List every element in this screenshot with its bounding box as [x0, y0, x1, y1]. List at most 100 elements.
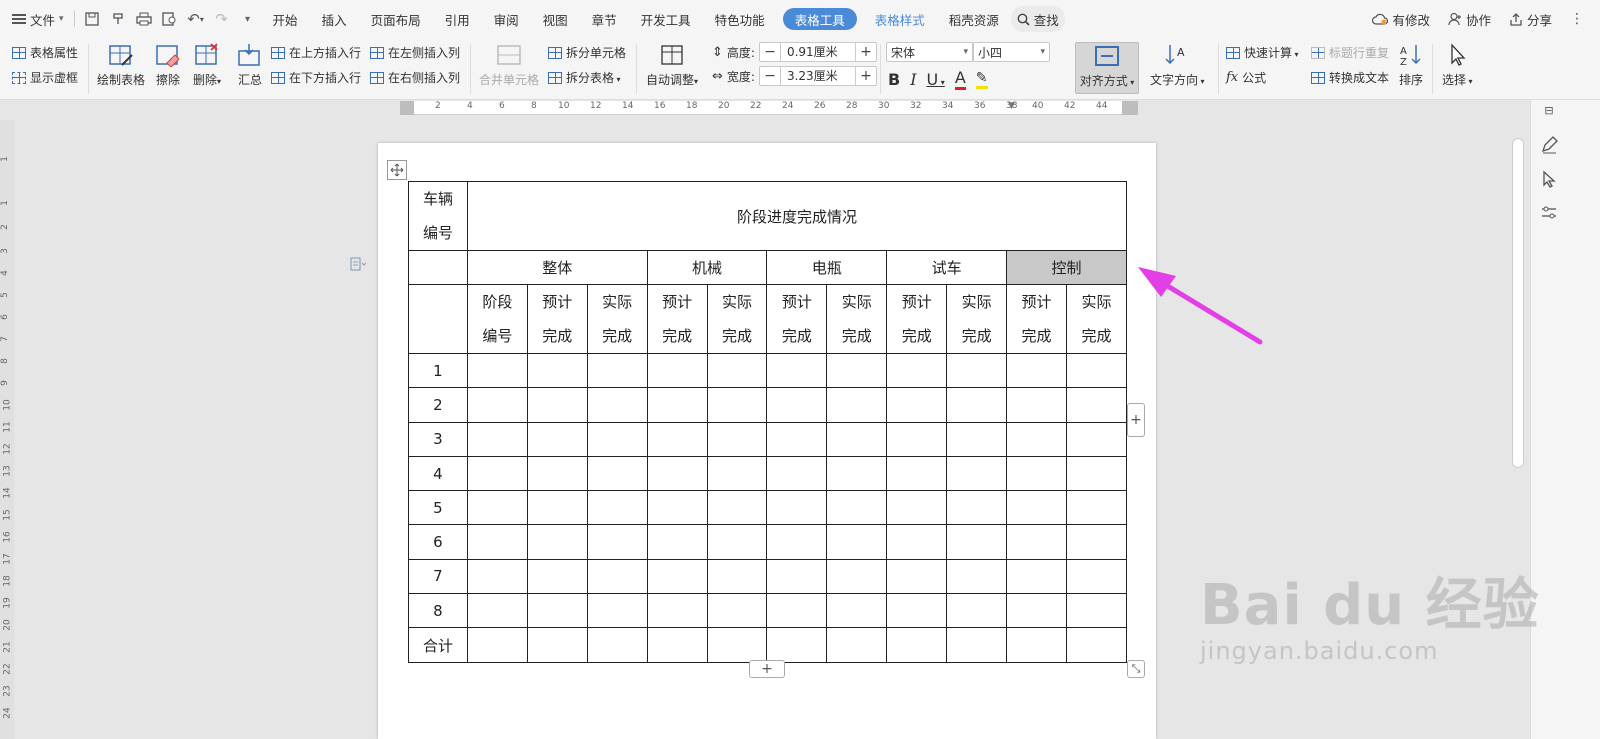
tab-table-style[interactable]: 表格样式: [863, 6, 937, 32]
split-cells-button[interactable]: 拆分单元格: [548, 44, 626, 61]
row-height-increase-button[interactable]: +: [856, 44, 876, 60]
table-cell[interactable]: [466, 558, 528, 595]
quick-access-more-icon[interactable]: ▾: [235, 6, 261, 32]
table-cell[interactable]: [946, 455, 1008, 492]
insert-col-left-button[interactable]: 在左侧插入列: [370, 44, 460, 61]
split-table-button[interactable]: 拆分表格 ▾: [548, 69, 621, 86]
undo-icon[interactable]: ↶ ▾: [183, 6, 209, 32]
share-button[interactable]: 分享: [1503, 6, 1558, 32]
table-cell[interactable]: [886, 421, 948, 457]
vehicle-no-header[interactable]: 车辆 编号: [408, 181, 468, 251]
select-button[interactable]: 选择 ▾: [1442, 43, 1473, 88]
table-cell[interactable]: [1065, 524, 1128, 560]
table-cell[interactable]: [706, 421, 768, 457]
group-header-battery[interactable]: 电瓶: [766, 250, 888, 285]
tab-review[interactable]: 审阅: [482, 6, 531, 32]
print-icon[interactable]: [131, 6, 157, 32]
row-label-cell[interactable]: 8: [408, 593, 468, 629]
table-cell[interactable]: [526, 455, 588, 492]
erase-button[interactable]: 擦除: [155, 43, 181, 88]
table-cell[interactable]: [1065, 593, 1128, 629]
table-cell[interactable]: [706, 490, 768, 526]
redo-icon[interactable]: ↷: [209, 6, 235, 32]
table-cell[interactable]: [1065, 558, 1128, 595]
table-cell[interactable]: [646, 490, 708, 526]
settings-sliders-icon[interactable]: [1539, 204, 1559, 224]
font-color-button[interactable]: A: [954, 68, 966, 90]
vertical-ruler[interactable]: 1 1 2 3 4 5 6 7 8 9 10 11 12 13 14 15 16…: [0, 120, 14, 739]
table-cell[interactable]: [826, 455, 888, 492]
table-cell[interactable]: [766, 352, 828, 389]
horizontal-ruler[interactable]: 2 4 6 8 10 12 14 16 18 20 22 24 26 28 30…: [400, 101, 1138, 115]
save-icon[interactable]: [79, 6, 105, 32]
col-width-decrease-button[interactable]: −: [760, 68, 780, 84]
table-cell[interactable]: [946, 490, 1008, 526]
table-cell[interactable]: [826, 524, 888, 560]
table-cell[interactable]: [466, 421, 528, 457]
col-width-value[interactable]: 3.23厘米: [779, 67, 856, 85]
table-cell[interactable]: [886, 524, 948, 560]
table-cell[interactable]: [886, 352, 948, 389]
table-cell[interactable]: [946, 352, 1008, 389]
tab-view[interactable]: 视图: [531, 6, 580, 32]
table-cell[interactable]: [526, 421, 588, 457]
merge-cells-button[interactable]: 合并单元格: [479, 43, 539, 88]
table-resize-icon[interactable]: ⤡: [1127, 660, 1145, 678]
table-cell[interactable]: [586, 558, 648, 595]
group-header-mechanical[interactable]: 机械: [646, 250, 768, 285]
tab-insert[interactable]: 插入: [310, 6, 359, 32]
table-cell[interactable]: [946, 627, 1008, 663]
more-menu-icon[interactable]: ⋮: [1564, 6, 1590, 32]
table-cell[interactable]: [766, 558, 828, 595]
table-cell[interactable]: [586, 524, 648, 560]
table-cell[interactable]: [826, 593, 888, 629]
planned-header[interactable]: 预计 完成: [1006, 284, 1067, 354]
table-cell[interactable]: [466, 387, 528, 423]
table-cell[interactable]: [766, 455, 828, 492]
table-cell[interactable]: [646, 421, 708, 457]
table-cell[interactable]: [826, 627, 888, 663]
table-cell[interactable]: [1006, 455, 1067, 492]
table-cell[interactable]: [466, 352, 528, 389]
table-cell[interactable]: [646, 558, 708, 595]
table-cell[interactable]: [706, 455, 768, 492]
row-height-decrease-button[interactable]: −: [760, 44, 780, 60]
show-gridlines-button[interactable]: 显示虚框: [12, 69, 78, 86]
progress-table[interactable]: 车辆 编号 阶段进度完成情况 整体 机械 电瓶 试车 控制 阶段 编号 预计 完成 …: [408, 181, 1128, 663]
table-cell[interactable]: [1006, 490, 1067, 526]
table-cell[interactable]: [946, 558, 1008, 595]
table-cell[interactable]: [586, 421, 648, 457]
quick-calc-button[interactable]: 快速计算 ▾: [1226, 44, 1299, 61]
convert-to-text-button[interactable]: 转换成文本: [1311, 69, 1389, 86]
table-cell[interactable]: [408, 250, 468, 285]
tab-references[interactable]: 引用: [433, 6, 482, 32]
table-cell[interactable]: [826, 421, 888, 457]
col-width-increase-button[interactable]: +: [856, 68, 876, 84]
table-cell[interactable]: [586, 455, 648, 492]
bold-button[interactable]: B: [888, 70, 900, 89]
panel-collapse-icon[interactable]: ⊟: [1539, 104, 1559, 124]
table-cell[interactable]: [886, 387, 948, 423]
table-cell[interactable]: [706, 524, 768, 560]
pen-icon[interactable]: [1539, 136, 1559, 156]
table-cell[interactable]: [706, 387, 768, 423]
actual-header[interactable]: 实际 完成: [1065, 284, 1128, 354]
tab-page-layout[interactable]: 页面布局: [359, 6, 433, 32]
format-painter-icon[interactable]: [105, 6, 131, 32]
add-column-button[interactable]: +: [1127, 403, 1145, 437]
table-cell[interactable]: [1065, 352, 1128, 389]
insert-row-below-button[interactable]: 在下方插入行: [271, 69, 361, 86]
table-cell[interactable]: [466, 524, 528, 560]
tab-developer[interactable]: 开发工具: [629, 6, 703, 32]
font-name-select[interactable]: 宋体 ▾: [886, 42, 973, 62]
table-cell[interactable]: [766, 627, 828, 663]
table-cell[interactable]: [946, 593, 1008, 629]
highlight-color-button[interactable]: ✎: [975, 70, 988, 89]
col-width-stepper[interactable]: − 3.23厘米 +: [758, 66, 877, 86]
table-cell[interactable]: [646, 352, 708, 389]
table-properties-button[interactable]: 表格属性: [12, 44, 78, 61]
table-cell[interactable]: [1006, 352, 1067, 389]
group-header-overall[interactable]: 整体: [466, 250, 648, 285]
table-cell[interactable]: [526, 524, 588, 560]
actual-header[interactable]: 实际 完成: [826, 284, 888, 354]
